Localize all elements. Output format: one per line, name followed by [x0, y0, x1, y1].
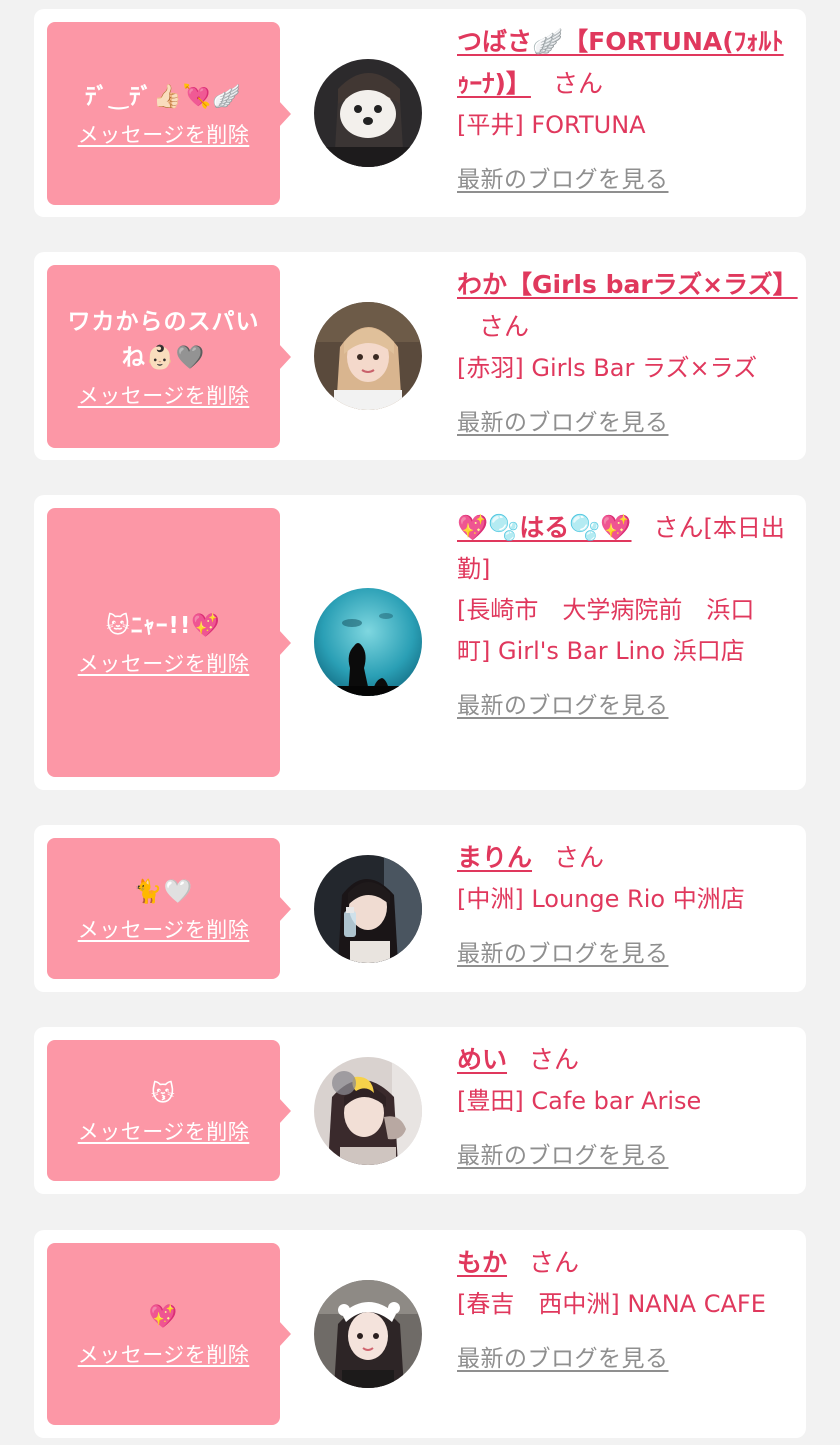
avatar[interactable]	[314, 1057, 422, 1165]
avatar[interactable]	[314, 302, 422, 410]
message-bubble: ﾃﾞ‿ﾃﾞ👍🏻💘🪽 メッセージを削除	[47, 22, 291, 205]
message-card: 🐈🤍 メッセージを削除 まりん さん [中洲] Lounge Rio 中洲店 最新…	[34, 825, 806, 992]
delete-message-link[interactable]: メッセージを削除	[78, 1116, 250, 1146]
avatar[interactable]	[314, 59, 422, 167]
honorific: さん	[554, 843, 605, 872]
bubble-message-text: ワカからのスパいね👶🏻🩶	[67, 308, 260, 371]
message-card: ワカからのスパいね👶🏻🩶 メッセージを削除 わか【Girls barラズ×ラズ】…	[34, 252, 806, 460]
honorific: さん	[529, 1045, 580, 1074]
avatar-photo-dog-filter-icon	[314, 59, 422, 167]
message-info: まりん さん [中洲] Lounge Rio 中洲店 最新のブログを見る	[457, 837, 786, 975]
message-card: ﾃﾞ‿ﾃﾞ👍🏻💘🪽 メッセージを削除 つばさ🪽【FORTUNA(ﾌｫﾙﾄｩｰﾅ)…	[34, 9, 806, 217]
shop-label: [中洲] Lounge Rio 中洲店	[457, 885, 745, 913]
sender-name-link[interactable]: わか【Girls barラズ×ラズ】	[457, 270, 798, 299]
honorific: さん	[529, 1248, 580, 1277]
latest-blog-link[interactable]: 最新のブログを見る	[457, 1136, 669, 1177]
message-bubble: 🐈🤍 メッセージを削除	[47, 838, 291, 979]
latest-blog-link[interactable]: 最新のブログを見る	[457, 934, 669, 975]
message-list: ﾃﾞ‿ﾃﾞ👍🏻💘🪽 メッセージを削除 つばさ🪽【FORTUNA(ﾌｫﾙﾄｩｰﾅ)…	[0, 0, 840, 1445]
delete-message-link[interactable]: メッセージを削除	[78, 380, 250, 410]
message-bubble: 🐱ﾆｬｰ!!💖 メッセージを削除	[47, 508, 291, 777]
latest-blog-link[interactable]: 最新のブログを見る	[457, 403, 669, 444]
shop-label: [豊田] Cafe bar Arise	[457, 1087, 702, 1115]
avatar-photo-aquarium-icon	[314, 588, 422, 696]
avatar-photo-headband-icon	[314, 1280, 422, 1388]
shop-label: [長崎市 大学病院前 浜口町] Girl's Bar Lino 浜口店	[457, 596, 755, 665]
message-info: もか さん [春吉 西中洲] NANA CAFE 最新のブログを見る	[457, 1242, 786, 1380]
message-bubble: 💖 メッセージを削除	[47, 1243, 291, 1425]
avatar-photo-moon-sticker-icon	[314, 1057, 422, 1165]
message-info: つばさ🪽【FORTUNA(ﾌｫﾙﾄｩｰﾅ)】 さん [平井] FORTUNA 最新…	[457, 21, 786, 201]
latest-blog-link[interactable]: 最新のブログを見る	[457, 1339, 669, 1380]
bubble-message-text: ﾃﾞ‿ﾃﾞ👍🏻💘🪽	[85, 83, 242, 110]
shop-label: [平井] FORTUNA	[457, 111, 646, 139]
latest-blog-link[interactable]: 最新のブログを見る	[457, 160, 669, 201]
bubble-message-text: 💖	[148, 1304, 179, 1330]
avatar[interactable]	[314, 588, 422, 696]
sender-name-link[interactable]: まりん	[457, 843, 532, 872]
sender-name-link[interactable]: めい	[457, 1045, 507, 1074]
avatar[interactable]	[314, 855, 422, 963]
sender-name-link[interactable]: もか	[457, 1248, 507, 1277]
avatar-photo-blonde-icon	[314, 302, 422, 410]
honorific: さん	[479, 312, 530, 341]
honorific: さん	[552, 69, 603, 98]
latest-blog-link[interactable]: 最新のブログを見る	[457, 686, 669, 727]
bubble-message-text: 😽	[151, 1080, 176, 1107]
sender-name-link[interactable]: 💖🫧はる🫧💖	[457, 513, 632, 542]
message-bubble: ワカからのスパいね👶🏻🩶 メッセージを削除	[47, 265, 291, 448]
avatar-photo-drink-icon	[314, 855, 422, 963]
message-card: 💖 メッセージを削除 もか さん [春吉 西中洲] NANA CAFE 最新のブ…	[34, 1230, 806, 1438]
message-info: めい さん [豊田] Cafe bar Arise 最新のブログを見る	[457, 1039, 786, 1177]
message-card: 😽 メッセージを削除 めい さん [豊田] Cafe bar Arise 最新のブ…	[34, 1027, 806, 1194]
shop-label: [赤羽] Girls Bar ラズ×ラズ	[457, 354, 758, 382]
avatar[interactable]	[314, 1280, 422, 1388]
message-bubble: 😽 メッセージを削除	[47, 1040, 291, 1181]
message-card: 🐱ﾆｬｰ!!💖 メッセージを削除 💖🫧はる🫧💖 さん[本日出勤] [長崎市 大学…	[34, 495, 806, 790]
delete-message-link[interactable]: メッセージを削除	[78, 119, 250, 149]
delete-message-link[interactable]: メッセージを削除	[78, 1339, 250, 1369]
message-info: わか【Girls barラズ×ラズ】さん [赤羽] Girls Bar ラズ×ラ…	[457, 264, 798, 444]
message-info: 💖🫧はる🫧💖 さん[本日出勤] [長崎市 大学病院前 浜口町] Girl's Ba…	[457, 507, 786, 727]
bubble-message-text: 🐱ﾆｬｰ!!💖	[105, 612, 222, 639]
bubble-message-text: 🐈🤍	[133, 878, 194, 905]
honorific: さん	[653, 513, 704, 542]
sender-name-link[interactable]: つばさ🪽【FORTUNA(ﾌｫﾙﾄｩｰﾅ)】	[457, 27, 784, 98]
shop-label: [春吉 西中洲] NANA CAFE	[457, 1290, 766, 1318]
delete-message-link[interactable]: メッセージを削除	[78, 648, 250, 678]
delete-message-link[interactable]: メッセージを削除	[78, 914, 250, 944]
